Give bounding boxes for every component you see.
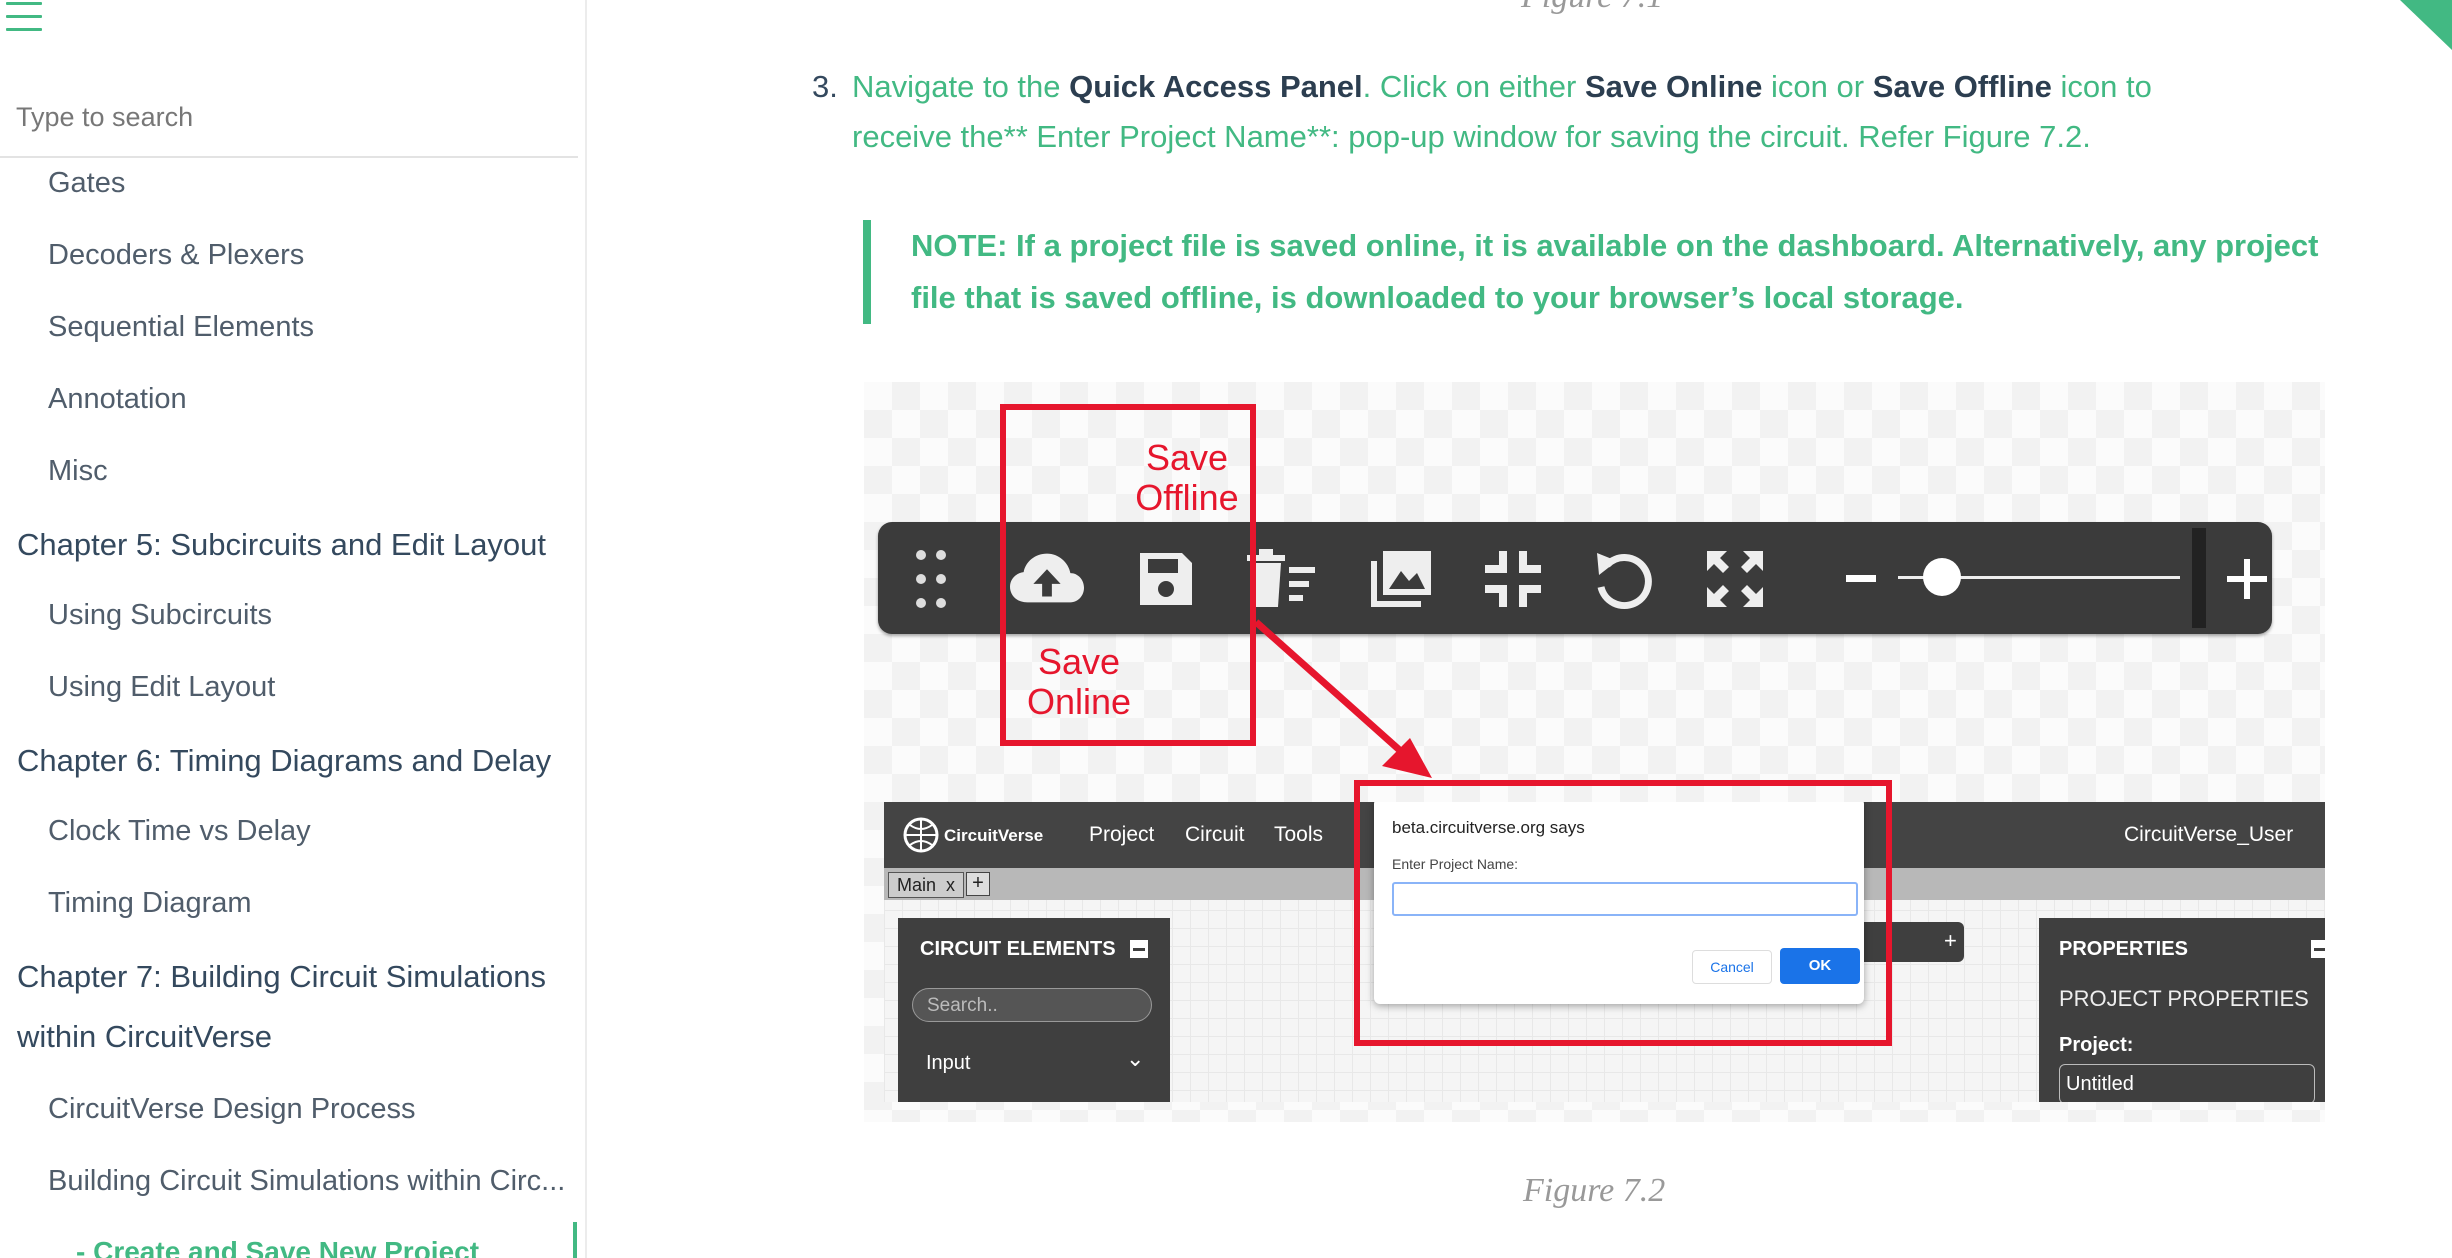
sidebar-item-design-process[interactable]: CircuitVerse Design Process [48,1093,415,1126]
sidebar-chapter-6[interactable]: Chapter 6: Timing Diagrams and Delay [17,743,551,779]
figure-7-2: Save Offline Save Online CircuitVerse Proj… [864,382,2325,1122]
note-text: NOTE: If a project file is saved online,… [911,228,2319,315]
circuitverse-logo-icon [903,817,939,853]
sidebar-item-using-edit-layout[interactable]: Using Edit Layout [48,671,275,704]
menu-tools[interactable]: Tools [1274,823,1323,847]
project-name-field[interactable]: Untitled [2059,1064,2315,1102]
minimize-panel-icon[interactable] [1130,940,1148,958]
note-callout: NOTE: If a project file is saved online,… [863,220,2343,324]
elements-search-input[interactable]: Search.. [912,988,1152,1022]
main-content: Figure 7.1 3. Navigate to the Quick Acce… [587,0,2452,1258]
properties-title: PROPERTIES [2059,938,2188,960]
properties-panel: PROPERTIES PROJECT PROPERTIES Project: U… [2039,918,2325,1102]
quick-access-panel-term: Quick Access Panel [1069,69,1363,104]
save-offline-term: Save Offline [1872,69,2052,104]
sidebar-item-using-subcircuits[interactable]: Using Subcircuits [48,599,272,632]
sidebar: Gates Decoders & Plexers Sequential Elem… [0,0,587,1258]
step-text: Navigate to the Quick Access Panel. Clic… [852,69,2152,154]
sidebar-chapter-5[interactable]: Chapter 5: Subcircuits and Edit Layout [17,527,546,563]
project-label: Project: [2059,1034,2134,1056]
step-number: 3. [812,69,838,104]
figure-caption-prev: Figure 7.1 [1521,0,1663,16]
active-indicator [573,1222,577,1258]
menu-toggle-icon[interactable] [6,2,42,36]
sidebar-item-clock-time-vs-delay[interactable]: Clock Time vs Delay [48,815,311,848]
chevron-down-icon[interactable]: ⌄ [1126,1046,1144,1072]
dialog-highlight [1354,780,1892,1046]
tab-main[interactable]: Main x [888,872,965,898]
figure-caption: Figure 7.2 [1523,1172,1666,1209]
sidebar-item-annotation[interactable]: Annotation [48,383,187,416]
add-tab-button[interactable]: + [966,872,990,896]
app-logo-text: CircuitVerse [944,826,1044,845]
sidebar-chapter-7[interactable]: Chapter 7: Building Circuit Simulations [17,959,546,995]
circuit-elements-panel: CIRCUIT ELEMENTS Search.. Input ⌄ [898,918,1170,1102]
menu-circuit[interactable]: Circuit [1185,823,1245,847]
circuit-elements-title: CIRCUIT ELEMENTS [920,938,1116,960]
user-menu[interactable]: CircuitVerse_User [2124,823,2293,847]
sidebar-item-timing-diagram[interactable]: Timing Diagram [48,887,252,920]
minimize-panel-icon[interactable] [2311,940,2325,958]
project-properties-heading: PROJECT PROPERTIES [2059,986,2309,1011]
sidebar-chapter-7-cont[interactable]: within CircuitVerse [17,1019,272,1055]
tab-close-icon[interactable]: x [946,875,955,895]
sidebar-item-building-simulations[interactable]: Building Circuit Simulations within Circ… [48,1165,565,1198]
sidebar-item-create-save-project[interactable]: - Create and Save New Project [76,1236,479,1258]
github-corner-icon[interactable] [2400,0,2452,50]
save-online-term: Save Online [1584,69,1763,104]
sidebar-item-misc[interactable]: Misc [48,455,108,488]
sidebar-item-decoders-plexers[interactable]: Decoders & Plexers [48,239,304,272]
mini-zoom-in-icon[interactable]: + [1944,928,1957,954]
menu-project[interactable]: Project [1089,823,1154,847]
category-input[interactable]: Input [926,1052,970,1075]
sidebar-item-sequential-elements[interactable]: Sequential Elements [48,311,314,344]
sidebar-item-gates[interactable]: Gates [48,167,125,200]
search-input[interactable] [0,78,578,158]
